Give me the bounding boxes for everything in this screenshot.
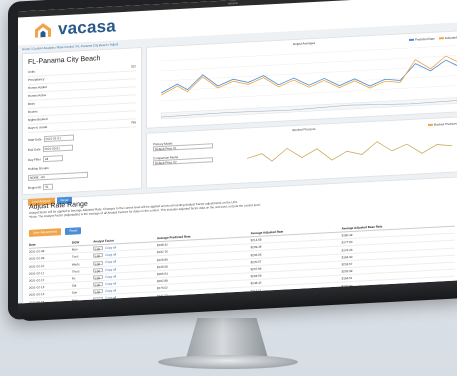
analyst-factor-input[interactable]: 1.00 [93,275,104,280]
end-date-label: End Date [28,147,41,152]
stat-label: Homes Added [28,84,47,90]
market-stats: Units 322 Precipitancy Homes Added Homes Act… [28,63,136,133]
region-label: Region ID [28,185,42,190]
booked-pressure-chart [247,141,452,162]
stat-label: Nights Booked [28,116,48,122]
end-date-input[interactable]: 2021-03-01 [42,144,73,153]
copy-all-link[interactable]: Copy all [105,253,116,258]
analyst-factor-input[interactable]: 1.00 [93,253,104,259]
analyst-factor-input[interactable]: 1.00 [93,289,104,295]
region-row: Region ID 51 [28,179,136,191]
holiday-select[interactable]: NONE - All [28,171,88,181]
analyst-factor-input[interactable]: 1.00 [93,246,104,252]
copy-all-link[interactable]: Copy all [105,274,116,279]
output-averages-chart [160,45,457,120]
booked-pressure-legend: Booked Pressure [427,121,457,127]
holiday-label: Holiday Groups [28,165,49,171]
analyst-factor-input[interactable]: 1.00 [93,282,104,288]
monitor: vacasa vacasa Home / Custom Analysis / R… [8,0,457,322]
copy-all-link[interactable]: Copy all [105,281,116,286]
copy-all-link[interactable]: Copy all [105,267,116,272]
copy-all-link[interactable]: Copy all [105,289,116,294]
stat-label: Beds [28,101,35,106]
monitor-stand-base [158,355,298,369]
copy-all-link[interactable]: Copy all [105,260,116,265]
market-summary-card: FL-Panama City Beach Units 322 Precipitanc… [22,46,142,206]
screen: vacasa vacasa Home / Custom Analysis / R… [18,0,457,304]
stat-label: Days to create [28,124,48,130]
copy-all-link[interactable]: Copy all [105,245,116,250]
stat-label: Precipitancy [28,77,45,82]
save-adjustments-button[interactable]: Save Adjustments [29,228,62,237]
adjust-reset-button[interactable]: Reset [65,227,82,235]
stat-value: 766 [130,120,136,125]
stat-label: Rooms [28,109,38,114]
stat-value: 322 [130,64,136,69]
analyst-factor-input[interactable]: 1.00 [93,267,104,273]
monitor-stand-neck [186,318,268,358]
region-input[interactable]: 51 [43,183,54,191]
device-scene: vacasa vacasa Home / Custom Analysis / R… [0,0,457,376]
legend-item[interactable]: Booked Pressure [427,121,457,127]
logo-wordmark[interactable]: vacasa [58,16,116,39]
analyst-factor-input[interactable]: 1.00 [93,260,104,266]
output-averages-card: Output Averages Predicted Rate Indicated [146,30,457,129]
start-date-label: Start Date [28,137,42,142]
stat-label: Units [28,69,35,74]
day-filter-select[interactable]: All [42,155,63,163]
stat-label: Homes Active [28,92,47,98]
house-logo-icon[interactable] [34,22,52,39]
start-date-input[interactable]: 2021-01-01 [43,134,74,143]
day-filter-label: Day Filter [28,157,41,162]
window-title: vacasa [228,0,238,6]
